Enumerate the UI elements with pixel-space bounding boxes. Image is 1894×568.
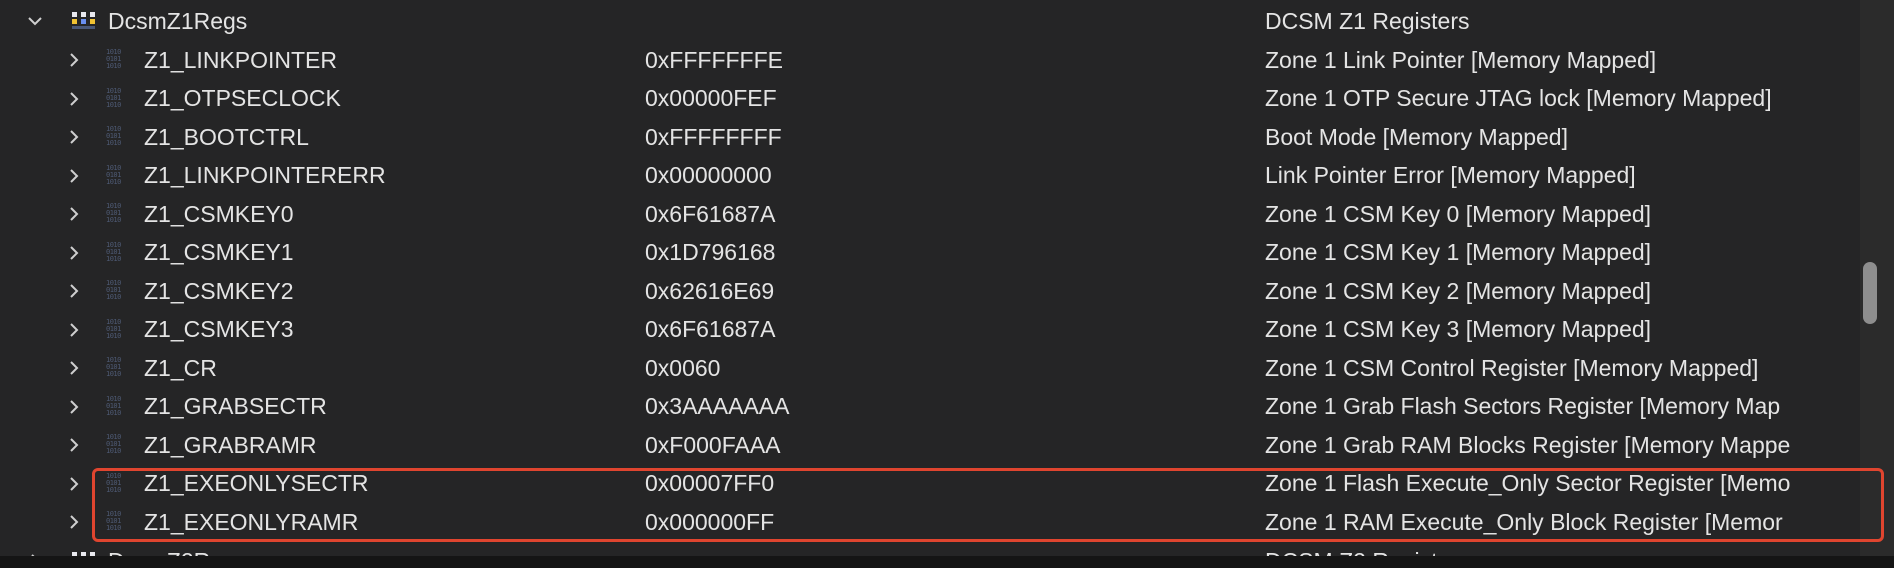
register-description: Zone 1 Grab RAM Blocks Register [Memory … [1265,431,1791,458]
register-name: Z1_CSMKEY2 [144,277,294,304]
register-icon: 1010 0101 1010 [106,395,121,417]
register-icon: 1010 0101 1010 [106,357,121,378]
register-row[interactable]: 1010 0101 1010 Z1_CSMKEY1 0x1D796168 Zone 1… [0,234,1860,272]
register-name: Z1_LINKPOINTER [144,46,337,73]
chevron-right-icon[interactable] [66,435,82,455]
register-row[interactable]: 1010 0101 1010 Z1_EXEONLYRAMR 0x000000FF Zo… [0,503,1860,541]
register-description: Zone 1 CSM Key 1 [Memory Mapped] [1265,239,1652,265]
register-value[interactable]: 0x6F61687A [645,316,775,343]
bottom-edge [0,556,1894,568]
register-description: Zone 1 Grab Flash Sectors Register [Memo… [1265,393,1781,419]
register-description: Boot Mode [Memory Mapped] [1265,123,1568,150]
chevron-right-icon[interactable] [66,89,82,109]
chevron-right-icon[interactable] [66,166,82,186]
chevron-right-icon[interactable] [66,512,82,532]
register-icon: 1010 0101 1010 [106,87,121,109]
register-description: Zone 1 OTP Secure JTAG lock [Memory Mapp… [1265,85,1772,111]
register-name: Z1_CSMKEY1 [144,239,294,265]
register-description: Zone 1 CSM Control Register [Memory Mapp… [1265,354,1759,381]
register-description: Zone 1 Flash Execute_Only Sector Registe… [1265,470,1791,496]
register-icon: 1010 0101 1010 [106,241,121,263]
chevron-right-icon[interactable] [66,243,82,263]
register-value[interactable]: 0xFFFFFFFF [645,124,782,151]
chevron-right-icon[interactable] [66,127,82,147]
register-row[interactable]: 1010 0101 1010 Z1_LINKPOINTER 0xFFFFFFFE Zo… [0,41,1860,79]
register-value[interactable]: 0x62616E69 [645,278,774,305]
register-icon: 1010 0101 1010 [106,49,121,70]
register-description: Zone 1 CSM Key 0 [Memory Mapped] [1265,200,1652,227]
vertical-scrollbar-thumb[interactable] [1863,262,1877,324]
register-row[interactable]: 1010 0101 1010 Z1_GRABSECTR 0x3AAAAAAA Zone… [0,388,1860,426]
group-description: DCSM Z1 Registers [1265,7,1470,34]
register-row[interactable]: 1010 0101 1010 Z1_GRABRAMR 0xF000FAAA Zone … [0,426,1860,464]
register-icon: 1010 0101 1010 [106,318,121,340]
register-icon: 1010 0101 1010 [106,126,121,147]
register-value[interactable]: 0xF000FAAA [645,432,781,459]
register-icon: 1010 0101 1010 [106,164,121,186]
register-value[interactable]: 0x00007FF0 [645,470,774,497]
register-row[interactable]: 1010 0101 1010 Z1_LINKPOINTERERR 0x0000000… [0,157,1860,195]
register-name: Z1_BOOTCTRL [144,123,309,150]
register-name: Z1_EXEONLYSECTR [144,470,369,496]
chevron-right-icon[interactable] [66,204,82,224]
register-icon: 1010 0101 1010 [106,280,121,301]
chevron-right-icon[interactable] [66,358,82,378]
register-description: Zone 1 CSM Key 2 [Memory Mapped] [1265,277,1652,304]
register-name: Z1_LINKPOINTERERR [144,162,386,188]
register-value[interactable]: 0x00000FEF [645,85,777,112]
register-name: Z1_GRABSECTR [144,393,327,419]
register-row[interactable]: 1010 0101 1010 Z1_CSMKEY0 0x6F61687A Zone 1… [0,195,1860,233]
register-value[interactable]: 0x0060 [645,355,720,382]
register-tree: DcsmZ1Regs DCSM Z1 Registers 1010 0101 1… [0,0,1860,568]
chevron-right-icon[interactable] [66,397,82,417]
register-name: Z1_EXEONLYRAMR [144,508,359,535]
register-row[interactable]: 1010 0101 1010 Z1_CSMKEY3 0x6F61687A Zone 1… [0,311,1860,349]
register-icon: 1010 0101 1010 [106,203,121,224]
group-name: DcsmZ1Regs [108,7,248,34]
register-description: Link Pointer Error [Memory Mapped] [1265,162,1636,188]
register-name: Z1_CSMKEY0 [144,200,294,227]
register-row[interactable]: 1010 0101 1010 Z1_CSMKEY2 0x62616E69 Zone 1… [0,272,1860,310]
chevron-right-icon[interactable] [66,320,82,340]
group-row-dcsmz1regs[interactable]: DcsmZ1Regs DCSM Z1 Registers [0,2,1860,40]
register-name: Z1_CR [144,354,217,381]
register-name: Z1_CSMKEY3 [144,316,294,342]
chevron-right-icon[interactable] [66,281,82,301]
register-value[interactable]: 0x3AAAAAAA [645,393,789,420]
register-icon: 1010 0101 1010 [106,472,121,494]
register-row[interactable]: 1010 0101 1010 Z1_EXEONLYSECTR 0x00007FF0 Z… [0,465,1860,503]
register-name: Z1_GRABRAMR [144,431,317,458]
register-value[interactable]: 0x000000FF [645,509,774,536]
register-value[interactable]: 0x00000000 [645,162,772,189]
chevron-down-icon[interactable] [27,11,43,31]
register-value[interactable]: 0x1D796168 [645,239,775,266]
chevron-right-icon[interactable] [66,50,82,70]
register-icon: 1010 0101 1010 [106,434,121,455]
register-row[interactable]: 1010 0101 1010 Z1_BOOTCTRL 0xFFFFFFFF Boot … [0,118,1860,156]
register-value[interactable]: 0x6F61687A [645,201,775,228]
register-description: Zone 1 RAM Execute_Only Block Register [… [1265,508,1783,535]
chevron-right-icon[interactable] [66,474,82,494]
register-group-icon [70,10,98,32]
register-description: Zone 1 CSM Key 3 [Memory Mapped] [1265,316,1652,342]
register-icon: 1010 0101 1010 [106,511,121,532]
register-value[interactable]: 0xFFFFFFFE [645,47,783,74]
register-row[interactable]: 1010 0101 1010 Z1_OTPSECLOCK 0x00000FEF Zon… [0,80,1860,118]
register-description: Zone 1 Link Pointer [Memory Mapped] [1265,46,1657,73]
register-row[interactable]: 1010 0101 1010 Z1_CR 0x0060 Zone 1 CSM Cont… [0,349,1860,387]
register-name: Z1_OTPSECLOCK [144,85,341,111]
